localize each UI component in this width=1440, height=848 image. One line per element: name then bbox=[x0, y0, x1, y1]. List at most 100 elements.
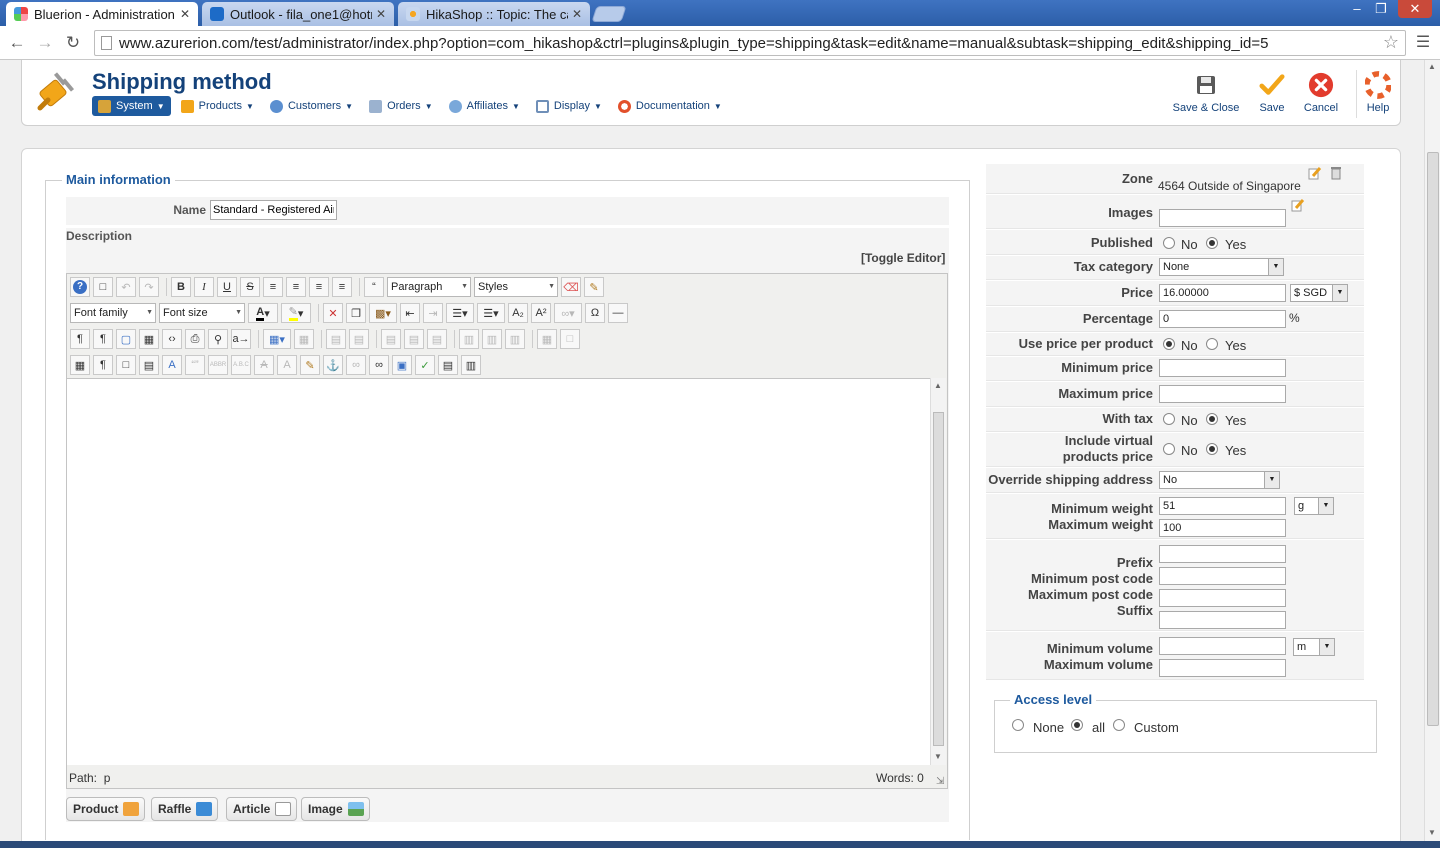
col-after-icon[interactable]: ▥ bbox=[482, 329, 502, 349]
fullscreen-icon[interactable]: ▢ bbox=[116, 329, 136, 349]
unordered-list-icon[interactable]: ☰▾ bbox=[477, 303, 505, 323]
minimum-post-code-input[interactable] bbox=[1159, 567, 1286, 585]
include-virtual-no-radio[interactable] bbox=[1163, 443, 1175, 455]
layer-icon[interactable]: ▥ bbox=[461, 355, 481, 375]
minimum-weight-input[interactable] bbox=[1159, 497, 1286, 515]
menu-customers[interactable]: Customers ▼ bbox=[264, 96, 359, 116]
tax-category-select[interactable]: None ▼ bbox=[1159, 258, 1284, 276]
delete-text-icon[interactable]: A bbox=[254, 355, 274, 375]
cut-icon[interactable]: ✕ bbox=[323, 303, 343, 323]
text-color-icon[interactable]: A ▾ bbox=[248, 303, 278, 323]
edit-pencil-icon[interactable] bbox=[1291, 198, 1305, 212]
prefix-input[interactable] bbox=[1159, 545, 1286, 563]
toggle-editor-link[interactable]: [Toggle Editor] bbox=[861, 251, 945, 265]
include-virtual-yes-radio[interactable] bbox=[1206, 443, 1218, 455]
menu-system[interactable]: System ▼ bbox=[92, 96, 171, 116]
maximum-post-code-input[interactable] bbox=[1159, 589, 1286, 607]
row-props-icon[interactable]: ▤ bbox=[404, 329, 424, 349]
tab-bluerion[interactable]: Bluerion - Administration ✕ bbox=[6, 2, 198, 26]
menu-display[interactable]: Display ▼ bbox=[530, 96, 608, 116]
page-break-icon[interactable]: ▤ bbox=[139, 355, 159, 375]
path-value[interactable]: p bbox=[104, 771, 111, 785]
insert-product-button[interactable]: Product bbox=[66, 797, 146, 821]
media-icon[interactable]: ▤ bbox=[438, 355, 458, 375]
maximum-weight-input[interactable] bbox=[1159, 519, 1286, 537]
align-justify-icon[interactable]: ≡ bbox=[263, 277, 283, 297]
highlight-color-icon[interactable]: ✎ ▾ bbox=[281, 303, 311, 323]
ltr-icon[interactable]: ¶ bbox=[70, 329, 90, 349]
trash-icon[interactable] bbox=[1330, 166, 1344, 180]
align-right-icon[interactable]: ≡ bbox=[332, 277, 352, 297]
minimize-icon[interactable]: – bbox=[1346, 0, 1368, 18]
new-tab-button[interactable] bbox=[591, 6, 627, 22]
address-bar[interactable]: www.azurerion.com/test/administrator/ind… bbox=[94, 30, 1406, 56]
access-custom-radio[interactable] bbox=[1113, 719, 1125, 731]
save-button[interactable]: Save bbox=[1252, 72, 1292, 114]
align-left-icon[interactable]: ≡ bbox=[309, 277, 329, 297]
undo-icon[interactable]: ↶ bbox=[116, 277, 136, 297]
cite-icon[interactable]: “” bbox=[185, 355, 205, 375]
unlink-icon[interactable]: ∞ bbox=[346, 355, 366, 375]
close-window-icon[interactable]: ✕ bbox=[1398, 0, 1432, 18]
visual-aid-icon[interactable]: ▦ bbox=[70, 355, 90, 375]
browser-menu-icon[interactable]: ☰ bbox=[1412, 32, 1434, 54]
published-yes-radio[interactable] bbox=[1206, 237, 1218, 249]
access-none-radio[interactable] bbox=[1012, 719, 1024, 731]
superscript-icon[interactable]: A² bbox=[531, 303, 551, 323]
attributes-icon[interactable]: ✎ bbox=[300, 355, 320, 375]
with-tax-no-radio[interactable] bbox=[1163, 413, 1175, 425]
blockquote-icon[interactable]: “ bbox=[364, 277, 384, 297]
use-price-no-radio[interactable] bbox=[1163, 338, 1175, 350]
paste-icon[interactable]: ▩▾ bbox=[369, 303, 397, 323]
minimum-price-input[interactable] bbox=[1159, 359, 1286, 377]
italic-icon[interactable]: I bbox=[194, 277, 214, 297]
use-price-yes-radio[interactable] bbox=[1206, 338, 1218, 350]
reload-icon[interactable]: ↻ bbox=[62, 32, 84, 54]
row-insert-icon[interactable]: ▤ bbox=[381, 329, 401, 349]
rtl-icon[interactable]: ¶ bbox=[93, 329, 113, 349]
template-icon[interactable]: ▦ bbox=[139, 329, 159, 349]
name-input[interactable] bbox=[210, 200, 337, 220]
merge-cells-icon[interactable]: ▦ bbox=[537, 329, 557, 349]
eraser-icon[interactable]: ⌫ bbox=[561, 277, 581, 297]
replace-icon[interactable]: a→ bbox=[231, 329, 251, 349]
row-remove-icon[interactable]: ▤ bbox=[427, 329, 447, 349]
scrollbar-thumb[interactable] bbox=[1427, 152, 1439, 726]
indent-icon[interactable]: ⇥ bbox=[423, 303, 443, 323]
new-document-icon[interactable]: □ bbox=[93, 277, 113, 297]
percentage-input[interactable] bbox=[1159, 310, 1286, 328]
strikethrough-icon[interactable]: S bbox=[240, 277, 260, 297]
find-icon[interactable]: ⚲ bbox=[208, 329, 228, 349]
edit-pencil-icon[interactable] bbox=[1308, 166, 1322, 180]
insert-raffle-button[interactable]: Raffle bbox=[151, 797, 219, 821]
copy-icon[interactable]: ❐ bbox=[346, 303, 366, 323]
redo-icon[interactable]: ↷ bbox=[139, 277, 159, 297]
maximum-price-input[interactable] bbox=[1159, 385, 1286, 403]
link-icon[interactable]: ∞▾ bbox=[554, 303, 582, 323]
insert-article-button[interactable]: Article bbox=[226, 797, 298, 821]
col-remove-icon[interactable]: ▥ bbox=[505, 329, 525, 349]
hyperlink-icon[interactable]: ∞ bbox=[369, 355, 389, 375]
editor-scrollbar[interactable]: ▲ ▼ bbox=[930, 378, 946, 765]
close-tab-icon[interactable]: ✕ bbox=[572, 7, 582, 21]
bookmark-star-icon[interactable]: ☆ bbox=[1383, 32, 1399, 53]
minimum-volume-input[interactable] bbox=[1159, 637, 1286, 655]
override-shipping-select[interactable]: No ▼ bbox=[1159, 471, 1280, 489]
editor-content-area[interactable] bbox=[67, 378, 930, 765]
editor-scrollbar-thumb[interactable] bbox=[933, 412, 944, 746]
anchor-icon[interactable]: ⚓ bbox=[323, 355, 343, 375]
table-delete-icon[interactable]: ▦ bbox=[294, 329, 314, 349]
row-before-icon[interactable]: ▤ bbox=[326, 329, 346, 349]
insert-image-icon[interactable]: ▣ bbox=[392, 355, 412, 375]
menu-documentation[interactable]: Documentation ▼ bbox=[612, 96, 728, 116]
font-size-select[interactable]: Font size ▼ bbox=[159, 303, 245, 323]
menu-products[interactable]: Products ▼ bbox=[175, 96, 260, 116]
menu-affiliates[interactable]: Affiliates ▼ bbox=[443, 96, 526, 116]
insert-image-button[interactable]: Image bbox=[301, 797, 370, 821]
restore-icon[interactable]: ❐ bbox=[1370, 0, 1392, 18]
with-tax-yes-radio[interactable] bbox=[1206, 413, 1218, 425]
suffix-input[interactable] bbox=[1159, 611, 1286, 629]
ordered-list-icon[interactable]: ☰▾ bbox=[446, 303, 474, 323]
insert-text-icon[interactable]: A bbox=[277, 355, 297, 375]
abbr-icon[interactable]: ABBR bbox=[208, 355, 228, 375]
